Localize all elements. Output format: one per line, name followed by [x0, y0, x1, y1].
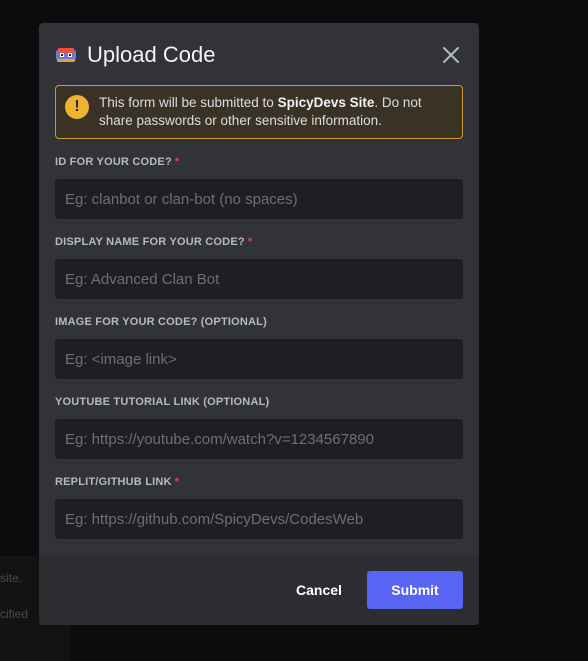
field-label-image: IMAGE FOR YOUR CODE? (OPTIONAL)	[55, 316, 267, 328]
submit-button[interactable]: Submit	[367, 571, 463, 609]
warning-text: This form will be submitted to SpicyDevs…	[99, 94, 454, 130]
required-marker: *	[247, 236, 253, 248]
warning-site-name: SpicyDevs Site	[277, 95, 375, 110]
modal-footer: Cancel Submit	[39, 555, 479, 625]
close-button[interactable]	[439, 43, 463, 67]
close-icon	[443, 47, 459, 63]
field-label-display-name: DISPLAY NAME FOR YOUR CODE? *	[55, 236, 252, 248]
warning-banner: ! This form will be submitted to SpicyDe…	[55, 85, 463, 139]
required-marker: *	[174, 476, 180, 488]
display-name-input[interactable]	[55, 259, 463, 299]
label-text: IMAGE FOR YOUR CODE? (OPTIONAL)	[55, 316, 267, 328]
background-text: site.	[0, 571, 23, 585]
cancel-button[interactable]: Cancel	[286, 571, 352, 609]
label-text: ID FOR YOUR CODE?	[55, 156, 172, 168]
label-text: REPLIT/GITHUB LINK	[55, 476, 172, 488]
background-text: cified	[0, 607, 29, 621]
upload-code-modal: Upload Code ! This form will be submitte…	[39, 23, 479, 625]
label-text: DISPLAY NAME FOR YOUR CODE?	[55, 236, 245, 248]
exclamation-icon: !	[65, 95, 89, 119]
field-label-id: ID FOR YOUR CODE? *	[55, 156, 179, 168]
youtube-link-input[interactable]	[55, 419, 463, 459]
bot-app-icon	[55, 47, 77, 63]
field-label-youtube: YOUTUBE TUTORIAL LINK (OPTIONAL)	[55, 396, 269, 408]
required-marker: *	[174, 156, 180, 168]
modal-title: Upload Code	[87, 42, 216, 67]
field-label-github: REPLIT/GITHUB LINK *	[55, 476, 179, 488]
modal-header: Upload Code	[55, 39, 463, 71]
code-id-input[interactable]	[55, 179, 463, 219]
warning-prefix: This form will be submitted to	[99, 95, 278, 110]
image-link-input[interactable]	[55, 339, 463, 379]
label-text: YOUTUBE TUTORIAL LINK (OPTIONAL)	[55, 396, 270, 408]
github-link-input[interactable]	[55, 499, 463, 539]
